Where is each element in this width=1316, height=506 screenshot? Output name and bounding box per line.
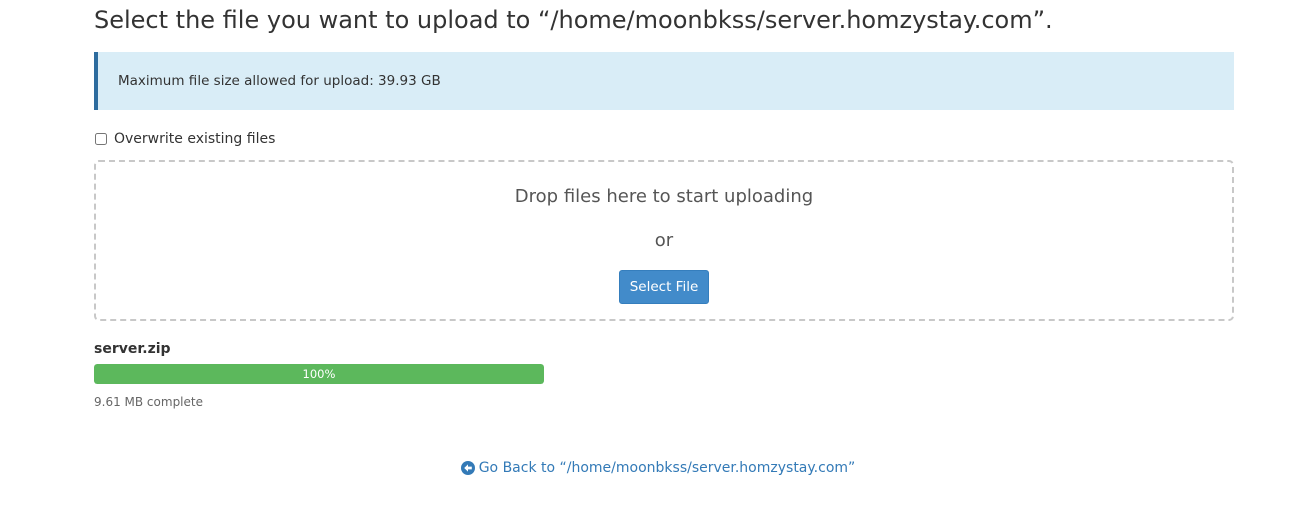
go-back-label: Go Back to “/home/moonbkss/server.homzys… bbox=[478, 460, 856, 476]
upload-progress-fill: 100% bbox=[94, 364, 544, 384]
uploaded-file-name: server.zip bbox=[94, 341, 171, 357]
or-separator-text: or bbox=[654, 230, 674, 251]
overwrite-label: Overwrite existing files bbox=[114, 131, 276, 147]
arrow-circle-left-icon bbox=[460, 461, 475, 475]
upload-status-text: 9.61 MB complete bbox=[94, 395, 203, 409]
max-file-size-text: Maximum file size allowed for upload: 39… bbox=[118, 73, 441, 89]
upload-progress-bar: 100% bbox=[94, 364, 544, 384]
overwrite-checkbox[interactable] bbox=[95, 133, 107, 145]
file-dropzone[interactable]: Drop files here to start uploading or Se… bbox=[94, 160, 1234, 321]
max-file-size-alert: Maximum file size allowed for upload: 39… bbox=[94, 52, 1234, 110]
upload-progress-label: 100% bbox=[302, 367, 336, 381]
select-file-button[interactable]: Select File bbox=[619, 270, 709, 304]
go-back-link[interactable]: Go Back to “/home/moonbkss/server.homzys… bbox=[460, 460, 856, 476]
drop-files-text: Drop files here to start uploading bbox=[514, 186, 814, 207]
page-title: Select the file you want to upload to “/… bbox=[94, 6, 1053, 34]
overwrite-option[interactable]: Overwrite existing files bbox=[94, 130, 275, 148]
go-back-container: Go Back to “/home/moonbkss/server.homzys… bbox=[0, 460, 1316, 476]
